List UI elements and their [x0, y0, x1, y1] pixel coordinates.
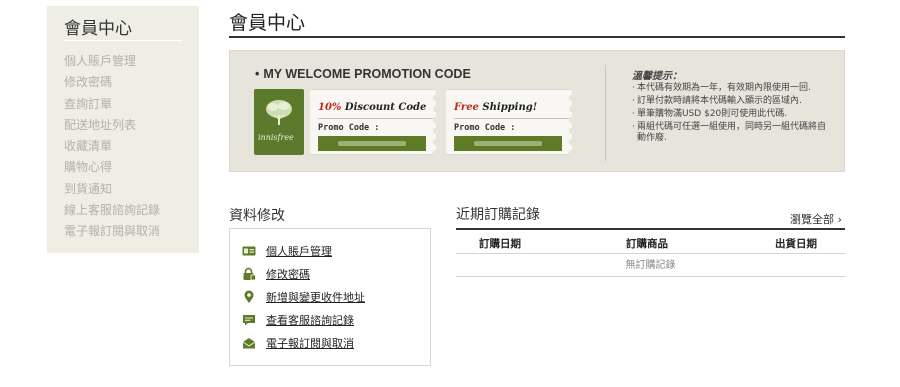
coupon-code-field[interactable] [454, 136, 562, 151]
link-support-history[interactable]: 查看客服諮詢記錄 [266, 312, 354, 328]
notice-item: 本代碼有效期為一年，有效期內限使用一回. [632, 83, 828, 94]
account-link-row: 新增與變更收件地址 [242, 285, 365, 308]
notice-item: 訂單付款時請將本代碼輸入顯示的區域內. [632, 96, 828, 107]
tree-icon [266, 100, 292, 125]
map-pin-icon [244, 290, 254, 303]
link-newsletter[interactable]: 電子報訂閱與取消 [266, 335, 354, 351]
column-order-items: 訂購商品 [626, 238, 668, 250]
coupon-title: Free Shipping! [454, 102, 537, 113]
sidebar-divider [64, 40, 182, 41]
brand-logo-text: innisfree [258, 133, 294, 142]
account-link-row: 修改密碼 [242, 262, 365, 285]
sidebar-item-change-password[interactable]: 修改密碼 [64, 73, 160, 94]
coupon-discount: 10% Discount Code Promo Code : [310, 89, 442, 156]
sidebar: 會員中心 個人賬戶管理 修改密碼 查詢訂單 配送地址列表 收藏清單 購物心得 到… [47, 6, 199, 253]
link-account-management[interactable]: 個人賬戶管理 [266, 243, 332, 259]
promo-bullet: • [255, 67, 260, 81]
coupon-code-field[interactable] [318, 136, 426, 151]
orders-empty-message: 無訂購記錄 [456, 255, 845, 277]
account-section-title: 資料修改 [229, 208, 285, 224]
coupon-title-rest: Shipping! [478, 102, 538, 113]
brand-logo: innisfree [254, 89, 304, 155]
coupon-code-label: Promo Code : [318, 123, 380, 133]
promo-heading-text: MY WELCOME PROMOTION CODE [263, 67, 471, 81]
coupon-code-label: Promo Code : [454, 123, 516, 133]
column-ship-date: 出貨日期 [775, 238, 817, 250]
sidebar-item-orders[interactable]: 查詢訂單 [64, 95, 160, 116]
sidebar-item-account[interactable]: 個人賬戶管理 [64, 52, 160, 73]
sidebar-item-newsletter[interactable]: 電子報訂閱與取消 [64, 222, 160, 243]
coupon-code-value [474, 141, 542, 146]
column-order-date: 訂購日期 [479, 238, 521, 250]
sidebar-item-restock-notice[interactable]: 到貨通知 [64, 180, 160, 201]
sidebar-item-wishlist[interactable]: 收藏清單 [64, 137, 160, 158]
orders-section-title: 近期訂購記錄 [456, 207, 540, 223]
link-shipping-address[interactable]: 新增與變更收件地址 [266, 289, 365, 305]
coupon-perforation [566, 90, 578, 156]
account-link-row: 個人賬戶管理 [242, 239, 365, 262]
account-link-row: 查看客服諮詢記錄 [242, 308, 365, 331]
coupon-highlight: Free [454, 102, 479, 113]
orders-table-header: 訂購日期 訂購商品 出貨日期 [456, 230, 845, 254]
sidebar-item-addresses[interactable]: 配送地址列表 [64, 116, 160, 137]
coupon-free-shipping: Free Shipping! Promo Code : [446, 89, 578, 156]
notice-list: 本代碼有效期為一年，有效期內限使用一回. 訂單付款時請將本代碼輸入顯示的區域內.… [632, 83, 828, 146]
promo-banner: • MY WELCOME PROMOTION CODE innisfree 10%… [229, 50, 845, 172]
title-divider [229, 36, 845, 38]
coupon-highlight: 10% [318, 102, 342, 113]
notice-item: 單筆購物滿USD $20則可使用此代碼. [632, 109, 828, 120]
id-card-icon [242, 246, 256, 255]
sidebar-title: 會員中心 [64, 19, 132, 39]
coupon-title: 10% Discount Code [318, 102, 426, 113]
coupon-divider [318, 118, 434, 119]
page-title: 會員中心 [229, 12, 306, 34]
chat-bubble-icon [243, 314, 255, 325]
sidebar-nav: 個人賬戶管理 修改密碼 查詢訂單 配送地址列表 收藏清單 購物心得 到貨通知 線… [64, 52, 160, 244]
promo-divider [605, 65, 606, 161]
notice-title: 溫馨提示： [632, 71, 682, 82]
link-change-password[interactable]: 修改密碼 [266, 266, 310, 282]
view-all-link[interactable]: 瀏覽全部 › [790, 211, 842, 227]
coupon-divider [454, 118, 570, 119]
sidebar-item-reviews[interactable]: 購物心得 [64, 158, 160, 179]
envelope-icon [242, 337, 256, 348]
coupon-title-rest: Discount Code [341, 102, 427, 113]
account-link-row: 電子報訂閱與取消 [242, 331, 365, 354]
account-links-panel: 個人賬戶管理 修改密碼 新增與變更收件地址 查看客服諮詢記錄 電子報訂閱與取消 [229, 228, 431, 366]
coupon-code-value [338, 141, 406, 146]
lock-icon [243, 267, 256, 280]
promo-heading: • MY WELCOME PROMOTION CODE [255, 67, 471, 81]
coupon-perforation [430, 90, 442, 156]
notice-item: 兩組代碼可任選一組使用，同時另一組代碼將自動作廢. [632, 122, 828, 144]
sidebar-item-support-history[interactable]: 線上客服諮詢記錄 [64, 201, 160, 222]
account-links: 個人賬戶管理 修改密碼 新增與變更收件地址 查看客服諮詢記錄 電子報訂閱與取消 [242, 239, 365, 354]
